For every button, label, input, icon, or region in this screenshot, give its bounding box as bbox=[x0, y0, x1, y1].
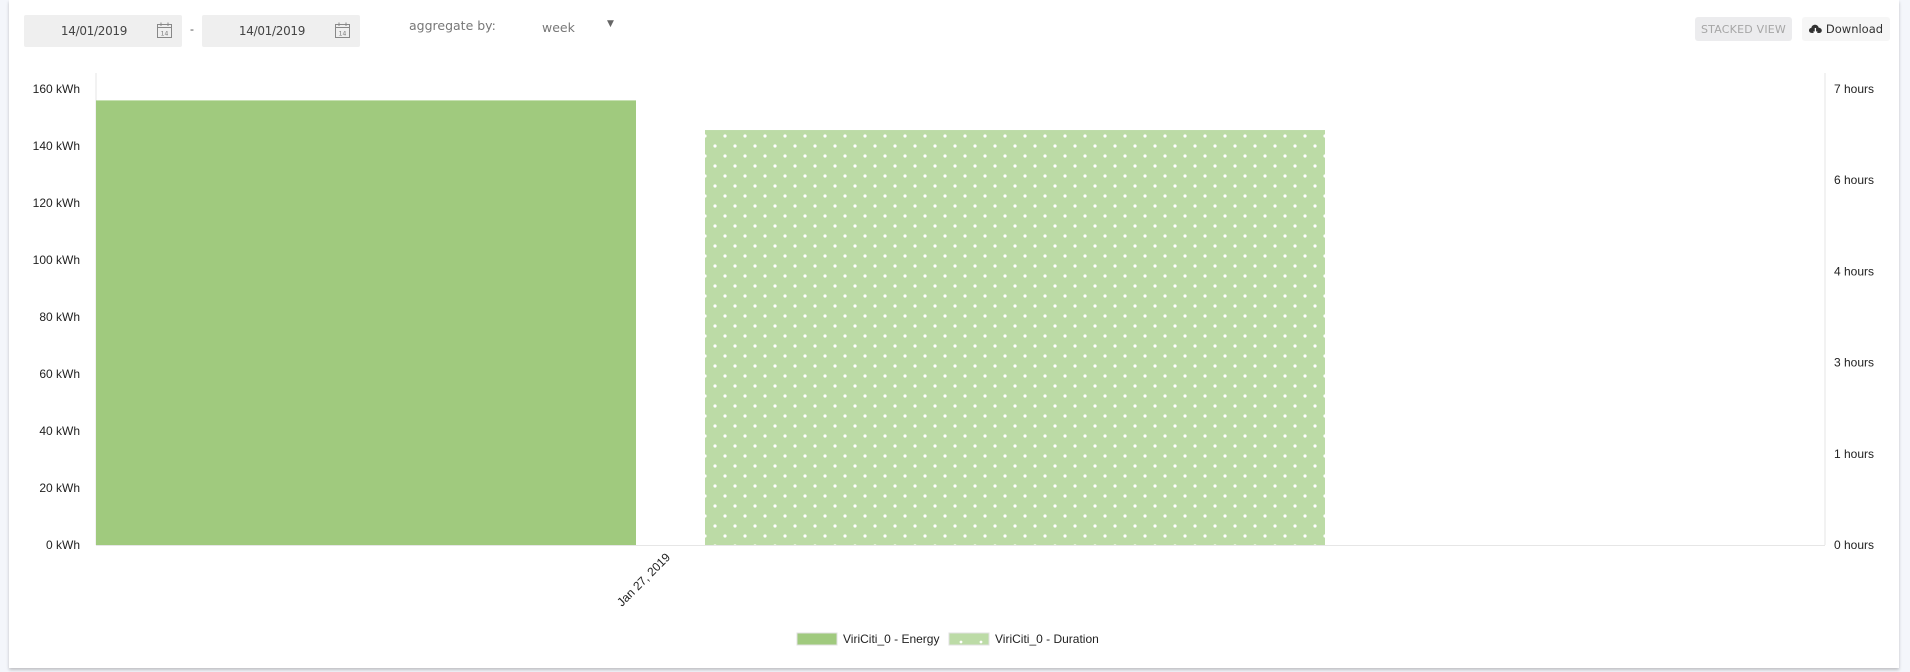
y-right-tick-label: 3 hours bbox=[1834, 356, 1874, 370]
legend-label-energy: ViriCiti_0 - Energy bbox=[843, 632, 939, 646]
legend-label-duration: ViriCiti_0 - Duration bbox=[995, 632, 1099, 646]
y-right-tick-label: 0 hours bbox=[1834, 538, 1874, 552]
legend-swatch-duration bbox=[948, 632, 990, 646]
y-left-tick-label: 120 kWh bbox=[33, 196, 80, 210]
y-left-tick-label: 0 kWh bbox=[46, 538, 80, 552]
y-right-tick-label: 1 hours bbox=[1834, 447, 1874, 461]
y-left-tick-label: 80 kWh bbox=[39, 310, 80, 324]
y-left-tick-label: 100 kWh bbox=[33, 253, 80, 267]
y-left-tick-label: 60 kWh bbox=[39, 367, 80, 381]
legend-swatch-energy bbox=[796, 632, 838, 646]
duration-bar bbox=[705, 130, 1325, 546]
y-right-tick-label: 4 hours bbox=[1834, 264, 1874, 278]
y-left-tick-label: 160 kWh bbox=[33, 82, 80, 96]
energy-bar bbox=[96, 100, 636, 546]
y-left-tick-label: 20 kWh bbox=[39, 481, 80, 495]
energy-duration-chart: 0 kWh 20 kWh 40 kWh 60 kWh 80 kWh 100 kWh 120 … bbox=[33, 73, 1874, 646]
x-tick-label: Jan 27, 2019 bbox=[614, 550, 673, 609]
y-left-tick-label: 140 kWh bbox=[33, 139, 80, 153]
y-right-tick-label: 6 hours bbox=[1834, 173, 1874, 187]
y-left-tick-label: 40 kWh bbox=[39, 424, 80, 438]
y-right-tick-label: 7 hours bbox=[1834, 82, 1874, 96]
chart-card: 14/01/2019 14 - 14/01/2019 14 aggregate … bbox=[9, 0, 1899, 668]
